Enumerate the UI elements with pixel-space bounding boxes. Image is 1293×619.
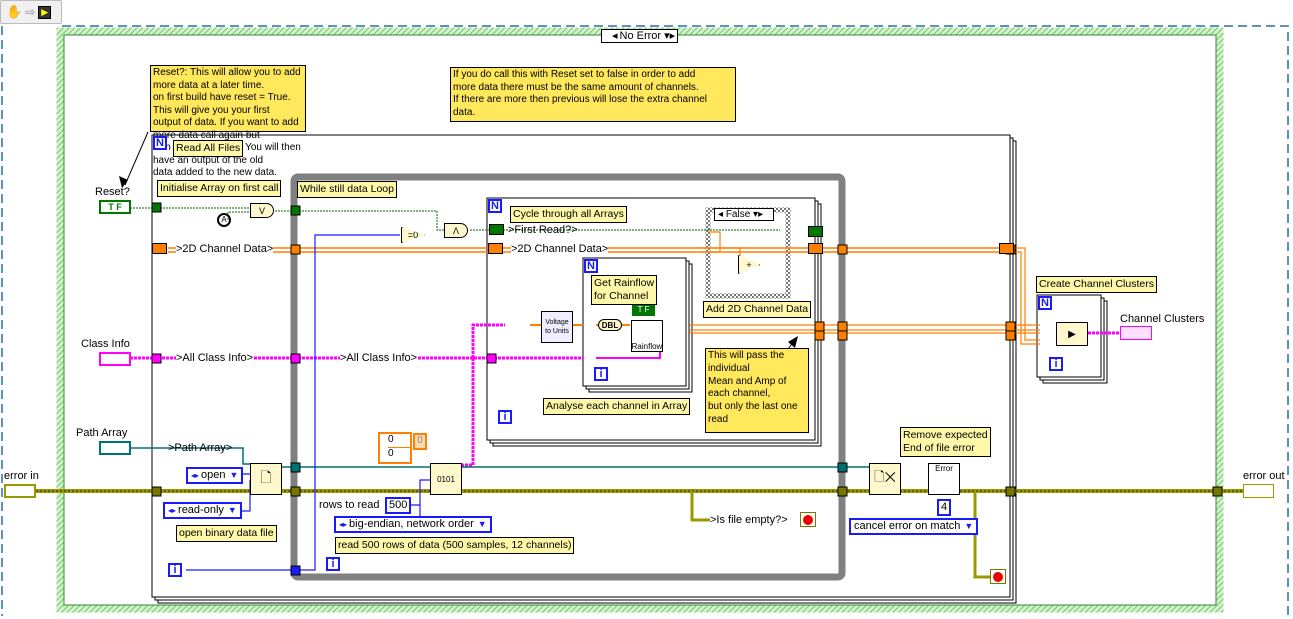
inner-case-selector[interactable]: ◂ False ▾▸ xyxy=(714,208,774,221)
reset-control[interactable]: T F xyxy=(99,200,131,214)
open-file-icon: 🗋 xyxy=(250,463,282,495)
iteration-icon: i xyxy=(168,563,182,577)
shift-register-left-icon xyxy=(152,243,167,254)
dbl-conversion-icon: DBL xyxy=(598,319,622,331)
all-class-info-register-outer: >All Class Info> xyxy=(176,352,254,364)
inner-case-value: False xyxy=(725,209,751,220)
stop-indicator xyxy=(800,512,816,527)
add-data-case-structure xyxy=(705,207,791,299)
build-cluster-icon: ▶ xyxy=(1056,322,1088,346)
open-mode-ring[interactable]: ◂▸ open ▼ xyxy=(186,467,244,484)
byte-order-ring[interactable]: ◂▸ big-endian, network order ▼ xyxy=(334,516,492,533)
path-array-register: >Path Array> xyxy=(168,442,233,454)
read-all-files-label: Read All Files xyxy=(173,140,244,157)
voltage-to-units-icon: Voltage to Units xyxy=(541,311,573,343)
iteration-icon: i xyxy=(594,367,608,381)
channel-data-register-inner: >2D Channel Data> xyxy=(511,243,609,255)
iteration-icon: i xyxy=(1049,357,1063,371)
open-mode-value: open xyxy=(201,469,226,481)
channel-clusters-indicator xyxy=(1120,326,1152,340)
error-code-constant[interactable]: 4 xyxy=(937,499,952,516)
class-info-control[interactable] xyxy=(99,352,131,366)
cycle-label: Cycle through all Arrays xyxy=(510,206,627,223)
is-file-empty-register: >Is file empty?> xyxy=(710,514,788,526)
shift-register-right-icon xyxy=(808,243,823,254)
pass-mean-amp-comment: This will pass the individual Mean and A… xyxy=(705,348,809,433)
reset-label: Reset? xyxy=(95,186,130,198)
remove-eof-label: Remove expected End of file error xyxy=(900,427,991,457)
case-selector[interactable]: ◂ No Error ▾▸ xyxy=(601,29,678,43)
add-2d-label: Add 2D Channel Data xyxy=(703,301,812,318)
iteration-icon: i xyxy=(326,557,340,571)
or-function-icon: V xyxy=(250,203,274,218)
loop-count-n-icon: N xyxy=(488,199,502,213)
error-in-label: error in xyxy=(4,470,39,482)
loop-count-n-icon: N xyxy=(153,136,167,150)
rainflow-icon: Rainflow xyxy=(631,320,663,352)
access-ring[interactable]: ◂▸ read-only ▼ xyxy=(163,502,242,519)
get-rainflow-label: Get Rainflow for Channel xyxy=(591,275,658,305)
byte-order-value: big-endian, network order xyxy=(349,518,474,530)
while-loop-label: While still data Loop xyxy=(297,181,397,198)
loop-count-n-icon: N xyxy=(1038,296,1052,310)
rainflow-text: Rainflow xyxy=(631,342,663,351)
first-call-icon: A xyxy=(217,213,231,227)
shift-register-right-icon xyxy=(808,226,823,237)
shift-register-left-icon xyxy=(489,224,504,235)
analyse-label: Analyse each channel in Array xyxy=(543,398,691,415)
channel-clusters-label: Channel Clusters xyxy=(1120,313,1205,325)
cancel-mode-ring[interactable]: cancel error on match ▼ xyxy=(849,518,979,535)
error-out-indicator xyxy=(1243,484,1274,498)
bool-constant: T F xyxy=(632,305,655,316)
access-value: read-only xyxy=(178,504,224,516)
open-binary-label: open binary data file xyxy=(176,525,277,542)
loop-count-n-icon: N xyxy=(584,259,598,273)
shift-register-left-icon xyxy=(488,243,503,254)
shift-register-right-icon xyxy=(999,243,1014,254)
first-read-register: >First Read?> xyxy=(508,224,578,236)
error-in-control[interactable] xyxy=(4,484,36,498)
and-function-icon: Λ xyxy=(444,223,468,238)
stop-indicator xyxy=(990,569,1006,584)
array-value[interactable]: 0 xyxy=(388,448,410,459)
init-array-label: Initialise Array on first call xyxy=(157,180,282,197)
error-out-label: error out xyxy=(1243,470,1285,482)
array-value[interactable]: 0 xyxy=(388,434,410,448)
case-selector-value: No Error xyxy=(619,30,662,42)
create-clusters-label: Create Channel Clusters xyxy=(1036,276,1157,293)
rows-to-read-constant[interactable]: 500 xyxy=(385,497,412,514)
all-class-info-register-inner: >All Class Info> xyxy=(340,352,418,364)
read-binary-file-icon: 0101 xyxy=(430,463,462,495)
cancel-mode-value: cancel error on match xyxy=(854,520,961,532)
channels-comment: If you do call this with Reset set to fa… xyxy=(450,67,736,122)
clear-errors-icon: Error xyxy=(928,463,960,495)
close-file-icon: 🗋✕ xyxy=(869,463,901,495)
channel-data-register-outer: >2D Channel Data> xyxy=(176,243,274,255)
path-array-label: Path Array xyxy=(76,427,128,439)
iteration-icon: i xyxy=(498,410,512,424)
reset-comment: Reset?: This will allow you to add more … xyxy=(150,65,306,178)
class-info-label: Class Info xyxy=(81,338,130,350)
array-index-constant[interactable]: 0 xyxy=(413,433,427,450)
read-500-label: read 500 rows of data (500 samples, 12 c… xyxy=(335,537,575,554)
array-constant[interactable]: 0 0 xyxy=(378,432,412,464)
path-array-control[interactable] xyxy=(99,441,131,455)
rows-to-read-label: rows to read xyxy=(319,499,380,511)
